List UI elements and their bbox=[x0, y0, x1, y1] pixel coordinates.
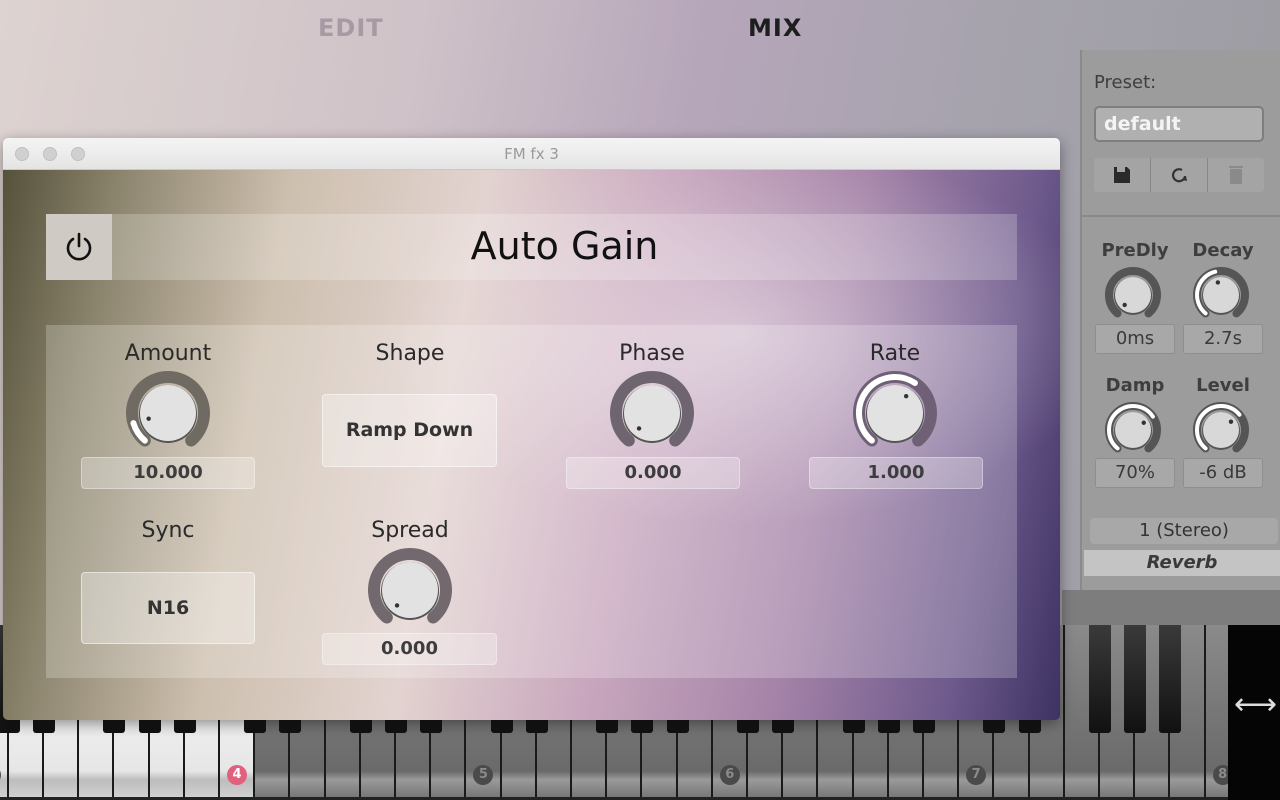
octave-label: 6 bbox=[719, 765, 740, 785]
window-title: FM fx 3 bbox=[504, 145, 559, 163]
level-label: Level bbox=[1196, 375, 1250, 396]
resize-horizontal-icon[interactable]: ⟷ bbox=[1234, 687, 1277, 722]
phase-label: Phase bbox=[619, 341, 685, 366]
amount-value[interactable]: 10.000 bbox=[81, 457, 255, 489]
decay-knob[interactable] bbox=[1191, 265, 1251, 325]
window-titlebar[interactable]: FM fx 3 bbox=[3, 138, 1060, 170]
octave-label: 4 bbox=[227, 765, 247, 785]
tab-mix[interactable]: MIX bbox=[748, 14, 802, 42]
decay-label: Decay bbox=[1192, 240, 1254, 261]
rate-knob[interactable] bbox=[851, 369, 939, 457]
sync-select[interactable]: N16 bbox=[81, 572, 255, 644]
predly-knob[interactable] bbox=[1103, 265, 1163, 325]
plugin-header: Auto Gain bbox=[46, 214, 1017, 280]
damp-label: Damp bbox=[1105, 375, 1165, 396]
reload-icon bbox=[1171, 168, 1187, 183]
save-icon bbox=[1114, 167, 1130, 183]
black-key[interactable] bbox=[1124, 625, 1147, 733]
preset-select[interactable]: default bbox=[1094, 106, 1264, 142]
delete-preset-button[interactable] bbox=[1208, 158, 1264, 192]
decay-value[interactable]: 2.7s bbox=[1183, 324, 1263, 354]
keyboard-end: ⟷ bbox=[1228, 625, 1280, 800]
amount-knob[interactable] bbox=[124, 369, 212, 457]
spread-value[interactable]: 0.000 bbox=[322, 633, 497, 665]
level-value[interactable]: -6 dB bbox=[1183, 458, 1263, 488]
spread-label: Spread bbox=[371, 518, 449, 543]
amount-label: Amount bbox=[124, 341, 212, 366]
shape-label: Shape bbox=[375, 341, 445, 366]
level-knob[interactable] bbox=[1191, 400, 1251, 460]
effect-name[interactable]: Reverb bbox=[1084, 550, 1280, 576]
rate-label: Rate bbox=[869, 341, 921, 366]
rate-value[interactable]: 1.000 bbox=[809, 457, 983, 489]
reload-preset-button[interactable] bbox=[1151, 158, 1208, 192]
panel-footer bbox=[1062, 590, 1280, 626]
damp-value[interactable]: 70% bbox=[1095, 458, 1175, 488]
tab-edit[interactable]: EDIT bbox=[318, 14, 384, 42]
plugin-title: Auto Gain bbox=[470, 224, 659, 268]
octave-label: 8 bbox=[1212, 765, 1228, 785]
black-key[interactable] bbox=[1159, 625, 1182, 733]
delete-icon bbox=[1229, 166, 1243, 184]
phase-value[interactable]: 0.000 bbox=[566, 457, 740, 489]
power-icon bbox=[66, 232, 92, 261]
shape-select[interactable]: Ramp Down bbox=[322, 394, 497, 467]
black-key[interactable] bbox=[1089, 625, 1111, 733]
spread-knob[interactable] bbox=[366, 546, 454, 634]
predly-value[interactable]: 0ms bbox=[1095, 324, 1175, 354]
damp-knob[interactable] bbox=[1103, 400, 1163, 460]
preset-label: Preset: bbox=[1094, 72, 1157, 93]
channel-select[interactable]: 1 (Stereo) bbox=[1090, 518, 1278, 544]
phase-knob[interactable] bbox=[608, 369, 696, 457]
power-button[interactable] bbox=[46, 214, 112, 280]
divider bbox=[1082, 215, 1280, 217]
predly-label: PreDly bbox=[1101, 240, 1169, 261]
save-preset-button[interactable] bbox=[1094, 158, 1151, 192]
sync-label: Sync bbox=[141, 518, 195, 543]
